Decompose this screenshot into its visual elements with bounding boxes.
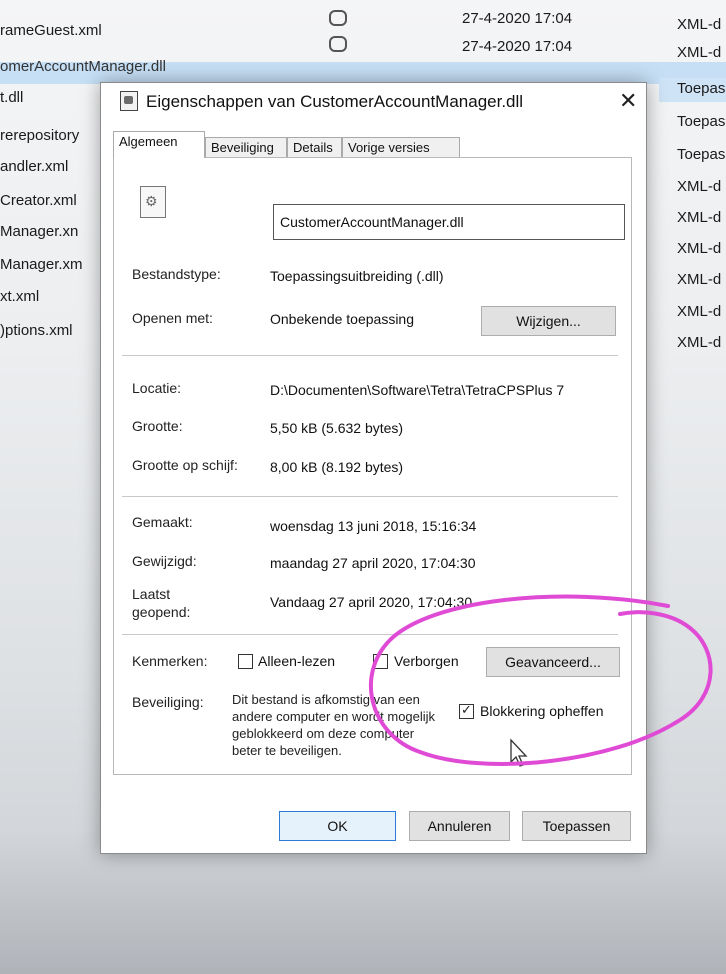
file-row-type: XML-d bbox=[677, 303, 722, 320]
gewijzigd-label: Gewijzigd: bbox=[132, 553, 197, 569]
blokkering-opheffen-label[interactable]: Blokkering opheffen bbox=[480, 703, 604, 719]
tab-beveiliging[interactable]: Beveiliging bbox=[205, 137, 287, 157]
locatie-label: Locatie: bbox=[132, 380, 182, 396]
bestandstype-value: Toepassingsuitbreiding (.dll) bbox=[270, 268, 444, 284]
laatst-geopend-value: Vandaag 27 april 2020, 17:04:30 bbox=[270, 594, 473, 610]
grootte-op-schijf-value: 8,00 kB (8.192 bytes) bbox=[270, 459, 404, 475]
file-row-name[interactable]: Manager.xm bbox=[0, 256, 83, 273]
file-name-field[interactable]: CustomerAccountManager.dll bbox=[273, 204, 625, 240]
file-row-name[interactable]: xt.xml bbox=[0, 288, 39, 305]
dll-file-icon bbox=[140, 186, 166, 218]
dialog-titlebar[interactable]: Eigenschappen van CustomerAccountManager… bbox=[101, 83, 646, 125]
ok-button[interactable]: OK bbox=[279, 811, 396, 841]
file-row-type: XML-d bbox=[677, 271, 722, 288]
file-row-name[interactable]: rameGuest.xml bbox=[0, 22, 102, 39]
file-properties-icon bbox=[120, 91, 138, 111]
alleen-lezen-checkbox[interactable] bbox=[238, 654, 253, 669]
sync-icon bbox=[329, 36, 347, 52]
toepassen-button[interactable]: Toepassen bbox=[522, 811, 631, 841]
wijzigen-button[interactable]: Wijzigen... bbox=[481, 306, 616, 336]
dialog-title: Eigenschappen van CustomerAccountManager… bbox=[146, 92, 524, 111]
geavanceerd-button[interactable]: Geavanceerd... bbox=[486, 647, 620, 677]
file-row-type: XML-d bbox=[677, 240, 722, 257]
file-row-type: XML-d bbox=[677, 209, 722, 226]
separator bbox=[122, 496, 618, 497]
locatie-value: D:\Documenten\Software\Tetra\TetraCPSPlu… bbox=[270, 382, 565, 398]
file-row-type: Toepas bbox=[677, 113, 726, 130]
grootte-label: Grootte: bbox=[132, 418, 183, 434]
file-row-name[interactable]: rerepository bbox=[0, 127, 79, 144]
close-icon[interactable]: ✕ bbox=[619, 90, 637, 112]
sync-icon bbox=[329, 10, 347, 26]
file-row-name[interactable]: Manager.xn bbox=[0, 223, 78, 240]
file-row-name[interactable]: omerAccountManager.dll bbox=[0, 58, 166, 75]
file-row-type: Toepas bbox=[677, 146, 726, 163]
openen-met-value: Onbekende toepassing bbox=[270, 311, 414, 327]
file-row-type: Toepas bbox=[677, 80, 726, 97]
gemaakt-label: Gemaakt: bbox=[132, 514, 193, 530]
kenmerken-label: Kenmerken: bbox=[132, 653, 208, 669]
bestandstype-label: Bestandstype: bbox=[132, 266, 221, 282]
blokkering-opheffen-checkbox[interactable] bbox=[459, 702, 474, 719]
file-row-type: XML-d bbox=[677, 334, 722, 351]
tab-vorige-versies[interactable]: Vorige versies bbox=[342, 137, 460, 157]
file-row-date: 27-4-2020 17:04 bbox=[462, 38, 573, 55]
separator bbox=[122, 634, 618, 635]
gemaakt-value: woensdag 13 juni 2018, 15:16:34 bbox=[270, 518, 477, 534]
beveiliging-label: Beveiliging: bbox=[132, 694, 204, 710]
verborgen-label[interactable]: Verborgen bbox=[394, 653, 459, 669]
file-row-type: XML-d bbox=[677, 178, 722, 195]
file-row-name[interactable]: )ptions.xml bbox=[0, 322, 73, 339]
annuleren-button[interactable]: Annuleren bbox=[409, 811, 510, 841]
grootte-value: 5,50 kB (5.632 bytes) bbox=[270, 420, 404, 436]
gewijzigd-value: maandag 27 april 2020, 17:04:30 bbox=[270, 555, 476, 571]
tab-details[interactable]: Details bbox=[287, 137, 342, 157]
general-tab-panel: CustomerAccountManager.dll Bestandstype:… bbox=[113, 157, 632, 775]
mouse-cursor-icon bbox=[510, 738, 528, 767]
tab-algemeen[interactable]: Algemeen bbox=[113, 131, 205, 158]
separator bbox=[122, 355, 618, 356]
openen-met-label: Openen met: bbox=[132, 310, 213, 326]
file-row-name[interactable]: andler.xml bbox=[0, 158, 68, 175]
verborgen-checkbox[interactable] bbox=[373, 654, 388, 669]
security-warning-text: Dit bestand is afkomstig van een andere … bbox=[232, 692, 436, 758]
laatst-geopend-label-1: Laatst bbox=[132, 586, 171, 602]
properties-dialog: Eigenschappen van CustomerAccountManager… bbox=[100, 82, 647, 854]
file-row-date: 27-4-2020 17:04 bbox=[462, 10, 573, 27]
file-row-type: XML-d bbox=[677, 16, 722, 33]
grootte-op-schijf-label: Grootte op schijf: bbox=[132, 457, 238, 473]
file-row-name[interactable]: t.dll bbox=[0, 89, 23, 106]
file-row-type: XML-d bbox=[677, 44, 722, 61]
laatst-geopend-label-2: geopend: bbox=[132, 604, 191, 620]
alleen-lezen-label[interactable]: Alleen-lezen bbox=[258, 653, 335, 669]
file-row-name[interactable]: Creator.xml bbox=[0, 192, 77, 209]
